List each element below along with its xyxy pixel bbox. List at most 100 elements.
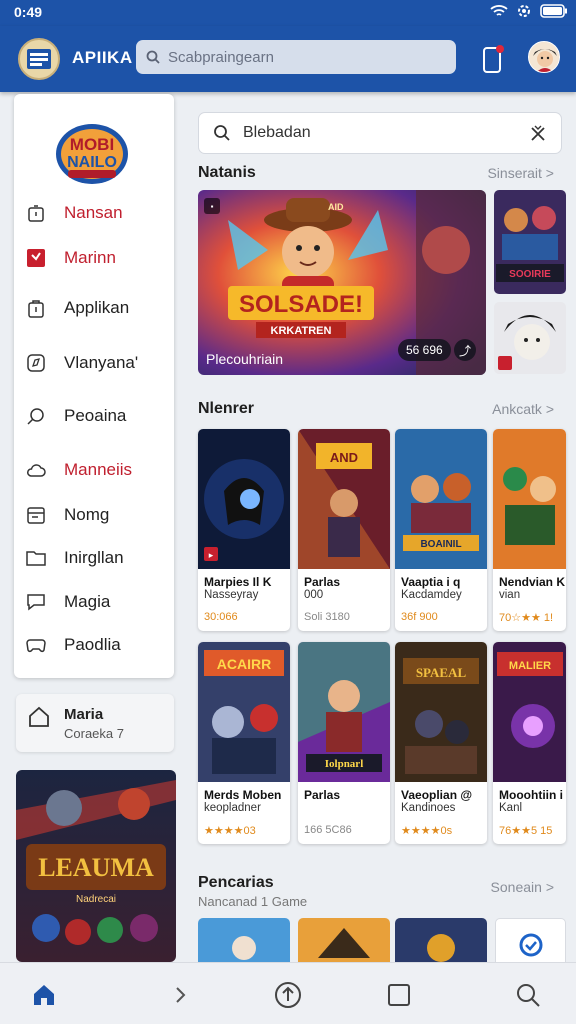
home-outline-icon (28, 706, 50, 733)
promo-subtitle: Nadrecai (76, 894, 116, 905)
featured-banner[interactable]: SOLSADE! KRKATREN ▪ AID Plecouhriain 56 … (198, 190, 486, 375)
cover-title: MALIER (509, 660, 551, 672)
featured-caption: Plecouhriain (206, 351, 284, 367)
game-cover (493, 429, 566, 569)
sidebar-item-vlanyana[interactable]: Vlanyana' (26, 348, 138, 378)
game-rating: 70☆★★ 1! (499, 612, 554, 624)
app-title: APIIKA (72, 48, 133, 67)
game-name: Parlas (304, 575, 341, 589)
brand-logo-line2: NAILO (67, 154, 117, 171)
sidebar-item-marinn[interactable]: Marinn (26, 243, 116, 273)
pencarias-see-all[interactable]: Soneain > (491, 879, 554, 895)
app-logo[interactable] (18, 38, 60, 80)
device-button[interactable] (482, 44, 504, 74)
search-icon (26, 406, 46, 426)
nav-home[interactable] (28, 979, 60, 1011)
gamepad-icon (26, 635, 46, 655)
game-card[interactable]: ▸ Marpies Il K Nasseyray 30:066 (198, 429, 290, 631)
sidebar-item-label: Peoaina (64, 406, 127, 425)
sidebar-item-label: Manneiis (64, 460, 133, 479)
game-subtitle: keopladner (204, 802, 261, 814)
phone-icon (483, 45, 504, 73)
game-cover: ▸ (198, 429, 290, 569)
banner-subtitle: KRKATREN (271, 325, 332, 337)
pencarias-tile[interactable] (198, 918, 290, 964)
wifi-icon (490, 5, 508, 16)
nav-forward[interactable] (164, 979, 196, 1011)
promo-banner[interactable]: LEAUMA Nadrecai (16, 770, 176, 962)
game-card[interactable]: BOAINIL Vaaptia i q Kacdamdey 36f 900 (395, 429, 487, 631)
game-rating: 76★★5 15 (499, 825, 553, 837)
sidebar-item-label: Vlanyana' (64, 353, 139, 372)
pencarias-section-title: Pencarias (198, 874, 274, 891)
status-time: 0:49 (14, 4, 43, 20)
brand-logo: MOBI NAILO (54, 120, 130, 184)
game-name: Merds Moben (204, 788, 282, 802)
avatar-face-icon (529, 42, 559, 72)
game-cover: SPAEAL (395, 642, 487, 782)
cloud-icon (26, 460, 46, 480)
bottom-nav (0, 962, 576, 1024)
game-rating: 30:066 (204, 611, 238, 623)
sidebar-item-label: Marinn (64, 248, 116, 267)
sidebar-item-inirgllan[interactable]: Inirgllan (26, 543, 124, 573)
check-circle-icon (519, 933, 543, 957)
featured-see-all[interactable]: Sinserait > (487, 165, 554, 181)
new-section-title: Nlenrer (198, 400, 255, 417)
chat-icon (26, 592, 46, 612)
clear-icon[interactable] (527, 123, 549, 145)
search-icon (214, 125, 230, 141)
nav-search[interactable] (512, 979, 544, 1011)
content-search-value: Blebadan (243, 124, 311, 141)
folder-icon (26, 548, 46, 568)
avatar[interactable] (528, 41, 560, 73)
game-subtitle: Kandinoes (401, 802, 456, 814)
calendar-icon (26, 505, 46, 525)
svg-text:▪: ▪ (211, 202, 214, 211)
game-rating: Soli 3180 (304, 611, 350, 623)
sidebar-item-peoaina[interactable]: Peoaina (26, 401, 126, 431)
sidebar-item-manneiis[interactable]: Manneiis (26, 455, 132, 485)
sidebar-item-label: Inirgllan (64, 548, 124, 567)
game-card[interactable]: MALIER Mooohtiin i Kanl 76★★5 15 (493, 642, 566, 844)
game-card[interactable]: AND Parlas 000 Soli 3180 (298, 429, 390, 631)
sidebar-item-label: Nansan (64, 203, 123, 222)
red-flag-icon (26, 248, 46, 268)
game-card[interactable]: Iolpnarl Parlas 166 5C86 (298, 642, 390, 844)
content-search-input[interactable]: Blebadan (198, 112, 562, 154)
share-icon[interactable]: ⤴ (454, 339, 476, 361)
featured-side-card-1[interactable]: SOOIRIE (494, 190, 566, 294)
game-cover: ACAIRR (198, 642, 290, 782)
banner-top-tag: AID (328, 202, 344, 212)
game-card[interactable]: SPAEAL Vaeoplian @ Kandinoes ★★★★0s (395, 642, 487, 844)
sidebar-item-paodlia[interactable]: Paodlia (26, 630, 121, 660)
upload-circle-icon (275, 982, 301, 1008)
timer-icon (26, 203, 46, 223)
game-rating: 36f 900 (401, 611, 438, 623)
game-cover: AND (298, 429, 390, 569)
game-card[interactable]: ACAIRR Merds Moben keopladner ★★★★03 (198, 642, 290, 844)
account-card-subtitle: Coraeka 7 (64, 726, 124, 741)
pencarias-tile[interactable] (298, 918, 390, 964)
nav-upload[interactable] (272, 979, 304, 1011)
sidebar-item-nansan[interactable]: Nansan (26, 198, 123, 228)
sidebar-item-label: Magia (64, 592, 111, 611)
featured-stat-pill: 56 696 (398, 339, 451, 361)
sidebar-item-magia[interactable]: Magia (26, 587, 110, 617)
chevron-right-icon (176, 987, 186, 1003)
game-cover: BOAINIL (395, 429, 487, 569)
top-search-bar[interactable]: Scabpraingearn (136, 40, 456, 74)
new-see-all[interactable]: Ankcatk > (492, 401, 554, 417)
game-subtitle: Nasseyray (204, 589, 259, 601)
sidebar-account-card[interactable]: Maria Coraeka 7 (16, 694, 174, 752)
game-rating: ★★★★03 (204, 825, 256, 837)
sidebar-item-applikan[interactable]: Applikan (26, 293, 129, 323)
pencarias-tile[interactable] (495, 918, 566, 964)
game-card[interactable]: Nendvian K vian 70☆★★ 1! (493, 429, 566, 631)
featured-side-card-2[interactable] (494, 302, 566, 374)
pencarias-tile[interactable] (395, 918, 487, 964)
account-card-title: Maria (64, 706, 104, 723)
sidebar-item-nomg[interactable]: Nomg (26, 500, 109, 530)
nav-square[interactable] (383, 979, 415, 1011)
sidebar-item-label: Nomg (64, 505, 110, 524)
